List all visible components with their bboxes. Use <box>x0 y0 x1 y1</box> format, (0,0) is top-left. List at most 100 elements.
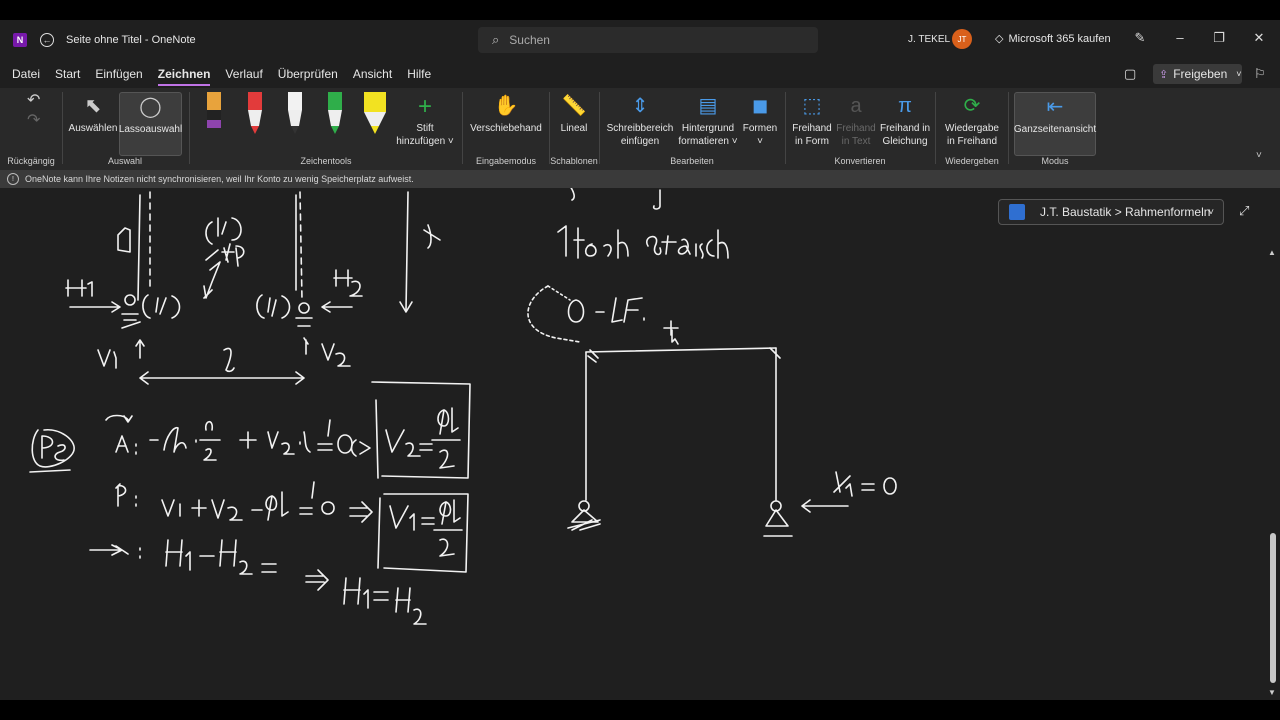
drawing-tools-group: + Stift hinzufügen ˅ Zeichentools <box>190 88 462 170</box>
convert-group: ⬚ Freihand in Form a Freihand in Text π … <box>786 88 934 170</box>
tab-hilfe[interactable]: Hilfe <box>407 63 431 85</box>
replay-group: ⟳ Wiedergabe in Freihand Wiedergeben <box>936 88 1008 170</box>
scroll-down-icon[interactable]: ▼ <box>1268 688 1276 697</box>
user-name[interactable]: J. TEKEL <box>908 34 950 45</box>
ribbon-tabs: Datei Start Einfügen Zeichnen Verlauf Üb… <box>0 60 1280 88</box>
tab-einfuegen[interactable]: Einfügen <box>95 63 142 85</box>
comments-icon[interactable]: ⚐ <box>1254 66 1266 82</box>
replay-label-1: Wiedergabe <box>945 123 999 134</box>
background-label-1: Hintergrund <box>681 123 735 134</box>
diamond-icon: ◇ <box>995 33 1004 45</box>
ink-to-shape-button[interactable]: ⬚ Freihand in Form <box>788 92 836 148</box>
pen-settings-icon[interactable]: ✎ <box>1130 30 1150 46</box>
window-title: Seite ohne Titel - OneNote <box>66 34 196 46</box>
tab-ueberpruefen[interactable]: Überprüfen <box>278 63 338 85</box>
ink-to-shape-label-2: in Form <box>795 136 829 147</box>
cursor-icon: ⬉ <box>84 94 102 117</box>
screen-bottom-border <box>0 700 1280 720</box>
add-pen-button[interactable]: + Stift hinzufügen ˅ <box>390 92 460 148</box>
undo-group: ↶ ↷ Rückgängig <box>0 88 62 170</box>
ink-to-text-label-2: in Text <box>841 136 871 147</box>
select-button[interactable]: ⬉ Auswählen <box>67 92 119 135</box>
replay-label-2: in Freihand <box>946 136 998 147</box>
buy-label: Microsoft 365 kaufen <box>1008 32 1111 45</box>
ink-to-shape-icon: ⬚ <box>802 94 822 117</box>
sync-warning-text: OneNote kann Ihre Notizen nicht synchron… <box>25 174 414 184</box>
scroll-up-icon[interactable]: ▲ <box>1268 248 1276 257</box>
pen-white[interactable] <box>287 92 303 136</box>
restore-button[interactable]: ❐ <box>1209 30 1229 46</box>
highlighter-yellow[interactable] <box>363 92 387 136</box>
redo-icon[interactable]: ↷ <box>27 110 40 130</box>
insert-space-label-1: Schreibbereich <box>606 123 674 134</box>
buy-microsoft365-button[interactable]: ◇ Microsoft 365 kaufen <box>995 32 1111 46</box>
undo-icon[interactable]: ↶ <box>27 90 40 110</box>
tab-ansicht[interactable]: Ansicht <box>353 63 392 85</box>
ribbon-collapse-icon[interactable]: ˅ <box>1256 150 1262 161</box>
chevron-down-icon: ˅ <box>1208 206 1214 218</box>
mode-label: Modus <box>1041 156 1069 166</box>
chevron-down-icon: ˅ <box>1236 69 1242 79</box>
fullpage-view-button[interactable]: ⇤ Ganzseitenansicht <box>1014 92 1096 156</box>
notebook-path: J.T. Baustatik > Rahmenformeln <box>1040 205 1211 219</box>
insert-space-button[interactable]: ⇕ Schreibbereich einfügen <box>604 92 676 148</box>
close-button[interactable]: ✕ <box>1249 30 1269 46</box>
tab-start[interactable]: Start <box>55 63 80 85</box>
handwritten-ink <box>29 188 897 625</box>
hand-icon: ✋ <box>493 94 519 117</box>
notebook-breadcrumb[interactable]: J.T. Baustatik > Rahmenformeln ˅ <box>998 199 1224 225</box>
ink-to-text-icon: a <box>850 94 862 117</box>
shapes-label-2: ˅ <box>757 136 763 147</box>
ink-to-math-label-2: Gleichung <box>882 136 928 147</box>
expand-icon[interactable]: ⤢ <box>1239 203 1249 219</box>
templates-group: 📏 Lineal Schablonen <box>550 88 598 170</box>
background-button[interactable]: ▤ Hintergrund formatieren ˅ <box>676 92 740 148</box>
edit-label: Bearbeiten <box>670 156 714 166</box>
ink-to-text-button[interactable]: a Freihand in Text <box>834 92 878 148</box>
touch-drawing-button[interactable]: ✋ Verschiebehand <box>467 92 545 135</box>
share-icon: ⇪ <box>1159 68 1169 81</box>
ink-to-shape-label-1: Freihand <box>792 123 832 134</box>
ribbon: ↶ ↷ Rückgängig ⬉ Auswählen ◯ Lassoauswah… <box>0 88 1280 170</box>
title-bar: N ← Seite ohne Titel - OneNote ⌕ Suchen … <box>0 20 1280 60</box>
insert-space-label-2: einfügen <box>620 136 660 147</box>
add-pen-label-1: Stift <box>416 123 434 134</box>
note-canvas[interactable] <box>0 188 1266 700</box>
avatar[interactable]: JT <box>952 29 972 49</box>
tab-verlauf[interactable]: Verlauf <box>225 63 262 85</box>
lasso-button[interactable]: ◯ Lassoauswahl <box>119 92 182 156</box>
search-box[interactable]: ⌕ Suchen <box>478 27 818 53</box>
onenote-app-icon: N <box>13 33 27 47</box>
replay-icon: ⟳ <box>963 94 981 117</box>
replay-group-label: Wiedergeben <box>945 156 999 166</box>
scroll-thumb[interactable] <box>1270 533 1276 683</box>
share-button[interactable]: ⇪ Freigeben ˅ <box>1153 64 1242 84</box>
pen-red[interactable] <box>247 92 263 136</box>
background-label-2: formatieren ˅ <box>678 136 738 147</box>
back-icon[interactable]: ← <box>40 33 54 47</box>
selection-group: ⬉ Auswählen ◯ Lassoauswahl Auswahl <box>63 88 187 170</box>
pen-orange[interactable] <box>206 92 222 136</box>
undo-group-label: Rückgängig <box>7 156 55 166</box>
fullpage-icon: ⇤ <box>1046 95 1064 118</box>
shapes-icon: ◼ <box>751 94 769 117</box>
shapes-button[interactable]: ◼ Formen ˅ <box>740 92 780 148</box>
ink-to-math-button[interactable]: π Freihand in Gleichung <box>878 92 932 148</box>
drawing-tools-label: Zeichentools <box>300 156 352 166</box>
fullpage-label: Ganzseitenansicht <box>1013 124 1097 135</box>
ink-to-math-icon: π <box>898 94 912 117</box>
ink-to-math-label-1: Freihand in <box>879 123 931 134</box>
minimize-button[interactable]: – <box>1170 30 1190 45</box>
ink-replay-button[interactable]: ⟳ Wiedergabe in Freihand <box>940 92 1004 148</box>
ruler-icon: 📏 <box>561 94 587 117</box>
lasso-icon: ◯ <box>139 95 162 118</box>
vertical-scrollbar[interactable]: ▲ ▼ <box>1266 188 1280 700</box>
pen-green[interactable] <box>327 92 343 136</box>
edit-group: ⇕ Schreibbereich einfügen ▤ Hintergrund … <box>600 88 784 170</box>
templates-label: Schablonen <box>550 156 598 166</box>
shapes-label-1: Formen <box>742 123 778 134</box>
tab-datei[interactable]: Datei <box>12 63 40 85</box>
sticky-notes-icon[interactable]: ▢ <box>1124 66 1136 82</box>
tab-zeichnen[interactable]: Zeichnen <box>157 63 210 86</box>
ruler-button[interactable]: 📏 Lineal <box>554 92 594 135</box>
